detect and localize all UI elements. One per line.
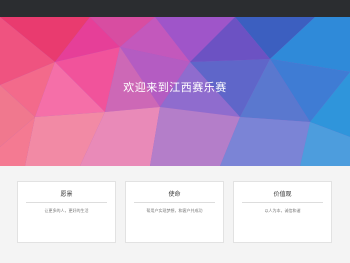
vision-card-title: 愿景 <box>60 191 73 198</box>
top-navigation-bar <box>0 0 350 17</box>
hero-banner: 欢迎来到江西赛乐赛 <box>0 17 350 166</box>
vision-card: 愿景 让更多的人，更好的生活 <box>17 181 116 243</box>
values-card-title: 价值观 <box>273 191 292 198</box>
vision-card-text: 让更多的人，更好的生活 <box>44 208 89 213</box>
values-card-divider <box>242 202 323 203</box>
values-card: 价值观 以人为本，诚信和谐 <box>233 181 332 243</box>
mission-card-text: 帮用户实现梦想，和客户共成功 <box>146 208 203 213</box>
hero-title: 欢迎来到江西赛乐赛 <box>123 81 227 94</box>
content-section: 愿景 让更多的人，更好的生活 使命 帮用户实现梦想，和客户共成功 价值观 以人为… <box>0 166 350 263</box>
values-card-text: 以人为本，诚信和谐 <box>264 208 301 213</box>
mission-card-divider <box>134 202 215 203</box>
mission-card-title: 使命 <box>168 191 181 198</box>
vision-card-divider <box>26 202 107 203</box>
mission-card: 使命 帮用户实现梦想，和客户共成功 <box>125 181 224 243</box>
